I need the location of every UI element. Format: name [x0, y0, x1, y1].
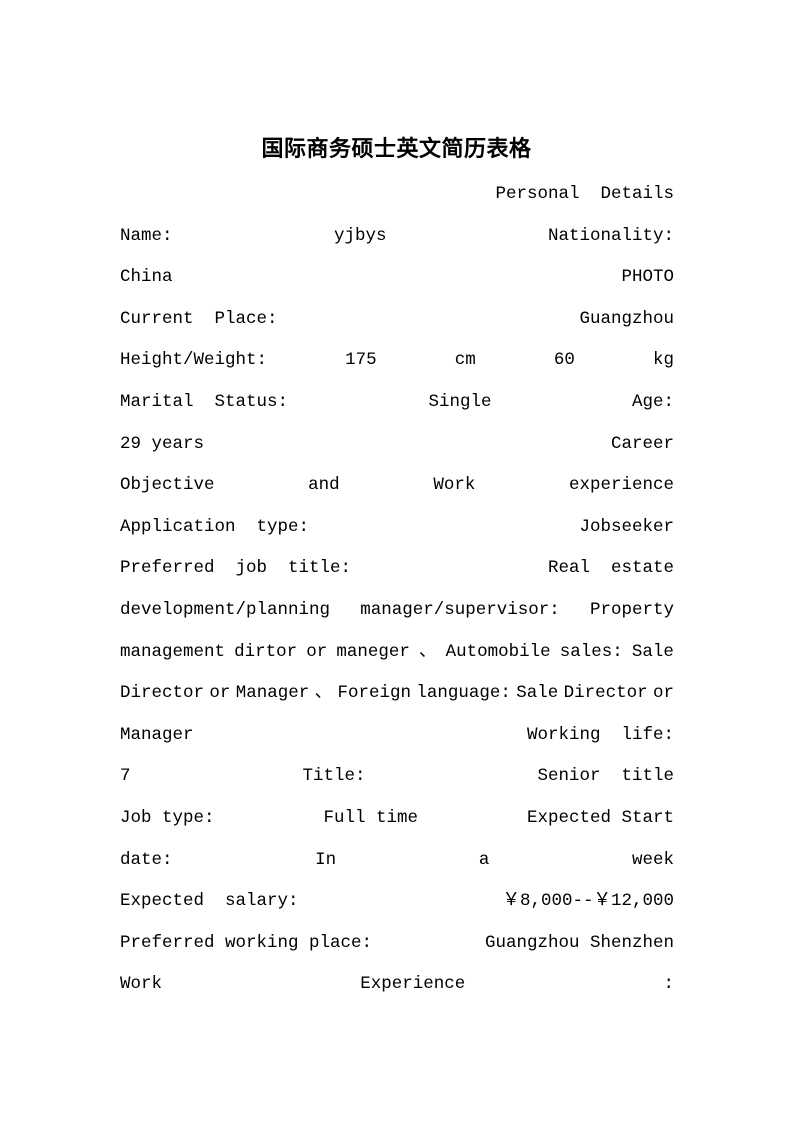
text-word: Personal Details [495, 184, 674, 204]
text-word: Sale [516, 683, 559, 704]
text-line: China PHOTO [120, 261, 674, 303]
text-word: Senior title [537, 766, 674, 787]
text-word: manager/supervisor: [360, 599, 560, 620]
text-word: Current Place: [120, 308, 278, 329]
text-word: Property [589, 599, 674, 620]
text-word: dirtor [234, 641, 298, 662]
text-word: Automobile [445, 641, 551, 662]
text-word: kg [652, 350, 674, 371]
text-word: experience [568, 475, 674, 496]
text-word: or [209, 683, 231, 704]
text-word: Single [428, 391, 492, 412]
text-line: Name: yjbys Nationality: [120, 220, 674, 262]
text-word: Work [433, 475, 476, 496]
text-line: development/planning manager/supervisor: P… [120, 594, 674, 636]
text-line: Application type: Jobseeker [120, 511, 674, 553]
text-word: ￥8,000--￥12,000 [502, 891, 674, 912]
text-word: Guangzhou [579, 308, 674, 329]
text-line: Expected salary: ￥8,000--￥12,000 [120, 885, 674, 927]
text-line: 7 Title: Senior title [120, 760, 674, 802]
text-word: Experience [360, 974, 466, 995]
text-word: Objective [120, 475, 215, 496]
text-word: Career [610, 433, 674, 454]
text-word: Manager [120, 724, 194, 745]
text-word: Director [120, 683, 205, 704]
text-word: Director [563, 683, 648, 704]
text-word: 7 [120, 766, 131, 787]
text-word: Guangzhou Shenzhen [484, 932, 674, 953]
text-line: date: In a week [120, 844, 674, 886]
text-word: cm [454, 350, 476, 371]
text-line: Height/Weight: 175 cm 60 kg [120, 344, 674, 386]
text-word: Marital Status: [120, 391, 289, 412]
text-word: 、 [314, 683, 333, 704]
text-word: Nationality: [547, 225, 674, 246]
text-word: or [652, 683, 674, 704]
text-word: maneger [336, 641, 410, 662]
text-line: 29 years Career [120, 428, 674, 470]
text-word: 29 years [120, 433, 205, 454]
text-line: Personal Details [120, 178, 674, 220]
text-line: management dirtor or maneger 、 Automobile sale… [120, 636, 674, 678]
text-word: week [631, 849, 674, 870]
text-line: Current Place: Guangzhou [120, 303, 674, 345]
text-word: Preferred job title: [120, 558, 352, 579]
text-word: Work [120, 974, 163, 995]
text-word: Preferred working place: [120, 932, 373, 953]
text-word: date: [120, 849, 173, 870]
text-line: Marital Status: Single Age: [120, 386, 674, 428]
text-word: a [478, 849, 490, 870]
text-word: Title: [302, 766, 366, 787]
text-word: Application type: [120, 516, 310, 537]
text-word: In [315, 849, 337, 870]
text-word: Working life: [526, 724, 674, 745]
text-word: yjbys [333, 225, 387, 246]
text-line: Preferred working place: Guangzhou Shenzh… [120, 927, 674, 969]
resume-body: Personal Details Name: yjbys Nationality: Ch… [120, 178, 674, 1010]
text-line: Director or Manager、 Foreign language: Sale Di… [120, 677, 674, 719]
text-line: Job type: Full time Expected Start [120, 802, 674, 844]
text-line: Work Experience: [120, 968, 674, 1010]
text-word: sales: [559, 641, 623, 662]
text-word: Manager [235, 683, 310, 704]
text-word: Expected Start [526, 807, 674, 828]
text-word: 175 [345, 350, 377, 371]
text-word: PHOTO [621, 267, 674, 288]
text-word: China [120, 267, 173, 288]
text-word: and [308, 475, 340, 496]
text-word: Expected salary: [120, 891, 299, 912]
text-word: 60 [553, 350, 575, 371]
text-word: Name: [120, 225, 173, 246]
text-word: language: [416, 683, 511, 704]
text-word: management [120, 641, 226, 662]
text-word: development/planning [120, 599, 331, 620]
text-word: 、 [419, 641, 437, 662]
text-word: Job type: [120, 807, 215, 828]
text-word: Jobseeker [579, 516, 674, 537]
text-word: Foreign [337, 683, 411, 704]
text-word: Height/Weight: [120, 350, 268, 371]
text-word: Age: [631, 391, 674, 412]
text-word: Sale [631, 641, 674, 662]
text-word: Real estate [547, 558, 674, 579]
text-word: : [663, 974, 674, 995]
text-line: Objective and Work experience [120, 469, 674, 511]
text-line: Preferred job title: Real estate [120, 552, 674, 594]
page-title: 国际商务硕士英文简历表格 [261, 136, 532, 162]
text-line: Manager Working life: [120, 719, 674, 761]
text-word: Full time [323, 807, 418, 828]
text-word: or [306, 641, 328, 662]
